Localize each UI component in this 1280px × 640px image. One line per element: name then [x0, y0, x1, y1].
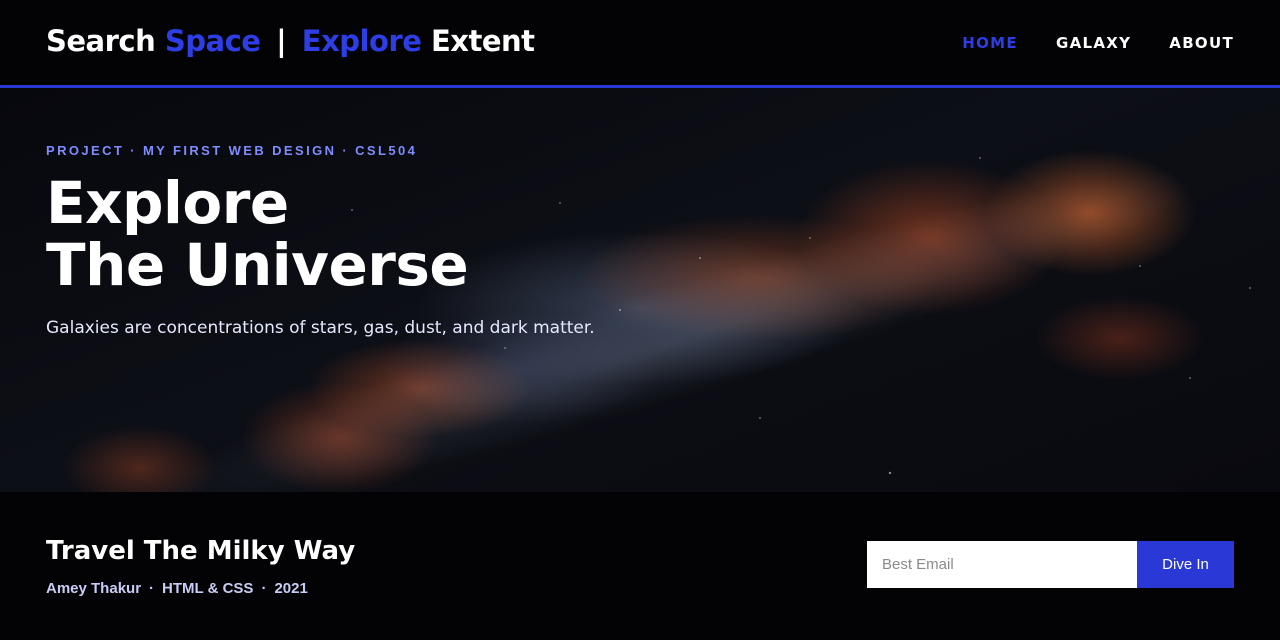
credit-author: Amey Thakur — [46, 580, 142, 597]
credits-line: Amey Thakur · HTML & CSS · 2021 — [46, 580, 308, 597]
project-eyebrow-text: PROJECT · MY FIRST WEB DESIGN · CSL504 — [46, 143, 418, 158]
hero-headline-line-1: Explore — [46, 169, 289, 237]
credit-separator: · — [261, 580, 267, 597]
brand-word-explore: Explore — [301, 24, 422, 58]
footer-title: Travel The Milky Way — [46, 536, 356, 566]
brand-separator: | — [276, 24, 287, 58]
nav-link-about[interactable]: ABOUT — [1169, 34, 1234, 52]
hero-headline: Explore The Universe — [46, 169, 469, 299]
nav-link-home[interactable]: HOME — [962, 34, 1018, 52]
credit-year: 2021 — [274, 580, 308, 597]
email-input[interactable] — [867, 541, 1137, 588]
credit-separator: · — [149, 580, 155, 597]
email-signup-form: Dive In — [867, 541, 1234, 588]
main-nav: HOME GALAXY ABOUT — [962, 34, 1234, 52]
nav-link-galaxy[interactable]: GALAXY — [1056, 34, 1131, 52]
brand-word-extent: Extent — [430, 24, 535, 58]
hero-headline-line-2: The Universe — [46, 231, 469, 299]
dive-in-button[interactable]: Dive In — [1137, 541, 1234, 588]
site-logo-title[interactable]: Search Space | Explore Extent — [46, 24, 535, 58]
brand-word-search: Search — [46, 24, 156, 58]
hero-subtitle: Galaxies are concentrations of stars, ga… — [46, 318, 595, 338]
footer-bar: Travel The Milky Way Amey Thakur · HTML & … — [0, 492, 1280, 640]
brand-word-space: Space — [164, 24, 261, 58]
top-navigation-bar: Search Space | Explore Extent HOME GALAX… — [0, 0, 1280, 88]
credit-tech: HTML & CSS — [162, 580, 254, 597]
